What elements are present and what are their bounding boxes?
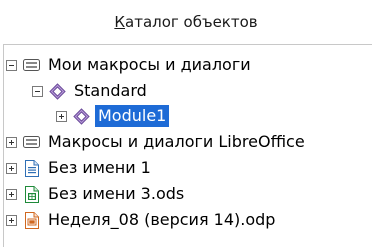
tree-item-label: Макросы и диалоги LibreOffice [48,132,305,151]
macro-library-container-icon [23,57,40,74]
tree-item-standard[interactable]: Standard [32,78,150,104]
tree-item-my-macros[interactable]: Мои макросы и диалоги [6,52,254,78]
collapse-toggle[interactable] [6,59,17,71]
calc-spreadsheet-icon [23,185,40,203]
tree-item-label: Мои макросы и диалоги [48,55,251,74]
tree-item-document-1[interactable]: Без имени 1 [6,155,154,181]
title-text: аталог объектов [125,13,258,31]
basic-module-icon [73,107,90,125]
tree-item-libreoffice-macros[interactable]: Макросы и диалоги LibreOffice [6,129,308,155]
title-mnemonic: К [114,13,126,31]
basic-library-icon [49,82,66,100]
tree-item-module1[interactable]: Module1 [56,103,170,129]
expand-toggle[interactable] [6,136,17,148]
tree-item-label: Неделя_08 (версия 14).odp [48,210,276,229]
tree-item-label: Standard [74,81,147,100]
writer-document-icon [23,159,40,177]
collapse-toggle[interactable] [32,85,43,97]
object-catalog-tree[interactable]: Мои макросы и диалоги Standard Module1 М… [3,44,372,247]
dialog-title: Каталог объектов [0,0,372,44]
tree-item-document-2[interactable]: Без имени 3.ods [6,181,187,207]
tree-item-document-3[interactable]: Неделя_08 (версия 14).odp [6,207,278,233]
tree-item-label: Без имени 3.ods [48,184,185,203]
macro-library-container-icon [23,134,40,151]
expand-toggle[interactable] [56,110,67,122]
tree-item-label: Module1 [95,105,170,127]
impress-presentation-icon [23,211,40,229]
expand-toggle[interactable] [6,214,17,226]
expand-toggle[interactable] [6,188,17,200]
tree-item-label: Без имени 1 [48,158,151,177]
expand-toggle[interactable] [6,162,17,174]
